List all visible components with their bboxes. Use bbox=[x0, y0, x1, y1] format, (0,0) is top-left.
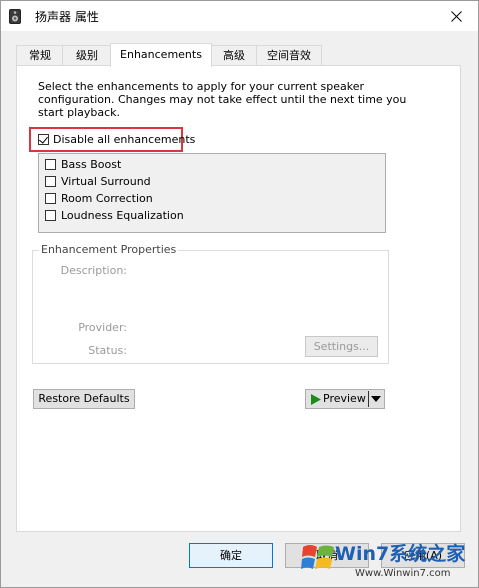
dropdown-arrow-icon[interactable] bbox=[371, 396, 381, 402]
watermark-title: Win7系统之家 bbox=[335, 543, 466, 565]
room-correction-label[interactable]: Room Correction bbox=[61, 192, 153, 205]
enhancements-description: Select the enhancements to apply for you… bbox=[38, 80, 407, 119]
restore-defaults-button[interactable]: Restore Defaults bbox=[33, 389, 135, 409]
preview-separator bbox=[368, 391, 369, 407]
tab-spatial-sound[interactable]: 空间音效 bbox=[256, 45, 322, 65]
loudness-equalization-label[interactable]: Loudness Equalization bbox=[61, 209, 184, 222]
title-bar[interactable]: 扬声器 属性 bbox=[1, 1, 478, 31]
disable-all-label[interactable]: Disable all enhancements bbox=[53, 133, 195, 146]
virtual-surround-label[interactable]: Virtual Surround bbox=[61, 175, 151, 188]
window-title: 扬声器 属性 bbox=[35, 10, 99, 24]
tab-advanced[interactable]: 高级 bbox=[210, 45, 258, 65]
tab-levels[interactable]: 级别 bbox=[62, 45, 112, 65]
watermark-url: Www.Winwin7.com bbox=[355, 568, 451, 579]
description-label: Description: bbox=[60, 264, 127, 277]
play-icon bbox=[311, 394, 321, 405]
speaker-icon bbox=[9, 9, 21, 24]
watermark: Win7系统之家 Www.Winwin7.com bbox=[299, 537, 477, 585]
provider-label: Provider: bbox=[78, 321, 127, 334]
disable-all-checkbox[interactable] bbox=[38, 134, 49, 145]
bass-boost-label[interactable]: Bass Boost bbox=[61, 158, 121, 171]
bass-boost-checkbox[interactable] bbox=[45, 159, 56, 170]
tab-general[interactable]: 常规 bbox=[16, 45, 64, 65]
enhancement-properties-title: Enhancement Properties bbox=[39, 243, 179, 256]
room-correction-checkbox[interactable] bbox=[45, 193, 56, 204]
preview-button[interactable]: Preview bbox=[305, 389, 385, 409]
tab-enhancements[interactable]: Enhancements bbox=[110, 43, 212, 67]
preview-label: Preview bbox=[323, 392, 366, 405]
status-label: Status: bbox=[88, 344, 127, 357]
windows-flag-icon bbox=[301, 545, 334, 569]
loudness-equalization-checkbox[interactable] bbox=[45, 210, 56, 221]
settings-button[interactable]: Settings... bbox=[305, 336, 378, 357]
enhancements-list: Bass Boost Virtual Surround Room Correct… bbox=[38, 153, 386, 233]
ok-button[interactable]: 确定 bbox=[189, 543, 273, 568]
virtual-surround-checkbox[interactable] bbox=[45, 176, 56, 187]
close-button[interactable] bbox=[434, 1, 478, 31]
tab-strip: 常规 级别 Enhancements 高级 空间音效 bbox=[16, 43, 476, 67]
properties-window: 扬声器 属性 常规 级别 Enhancements 高级 空间音效 Select… bbox=[0, 0, 479, 588]
enhancements-panel: Select the enhancements to apply for you… bbox=[16, 65, 461, 532]
close-icon bbox=[450, 10, 462, 22]
